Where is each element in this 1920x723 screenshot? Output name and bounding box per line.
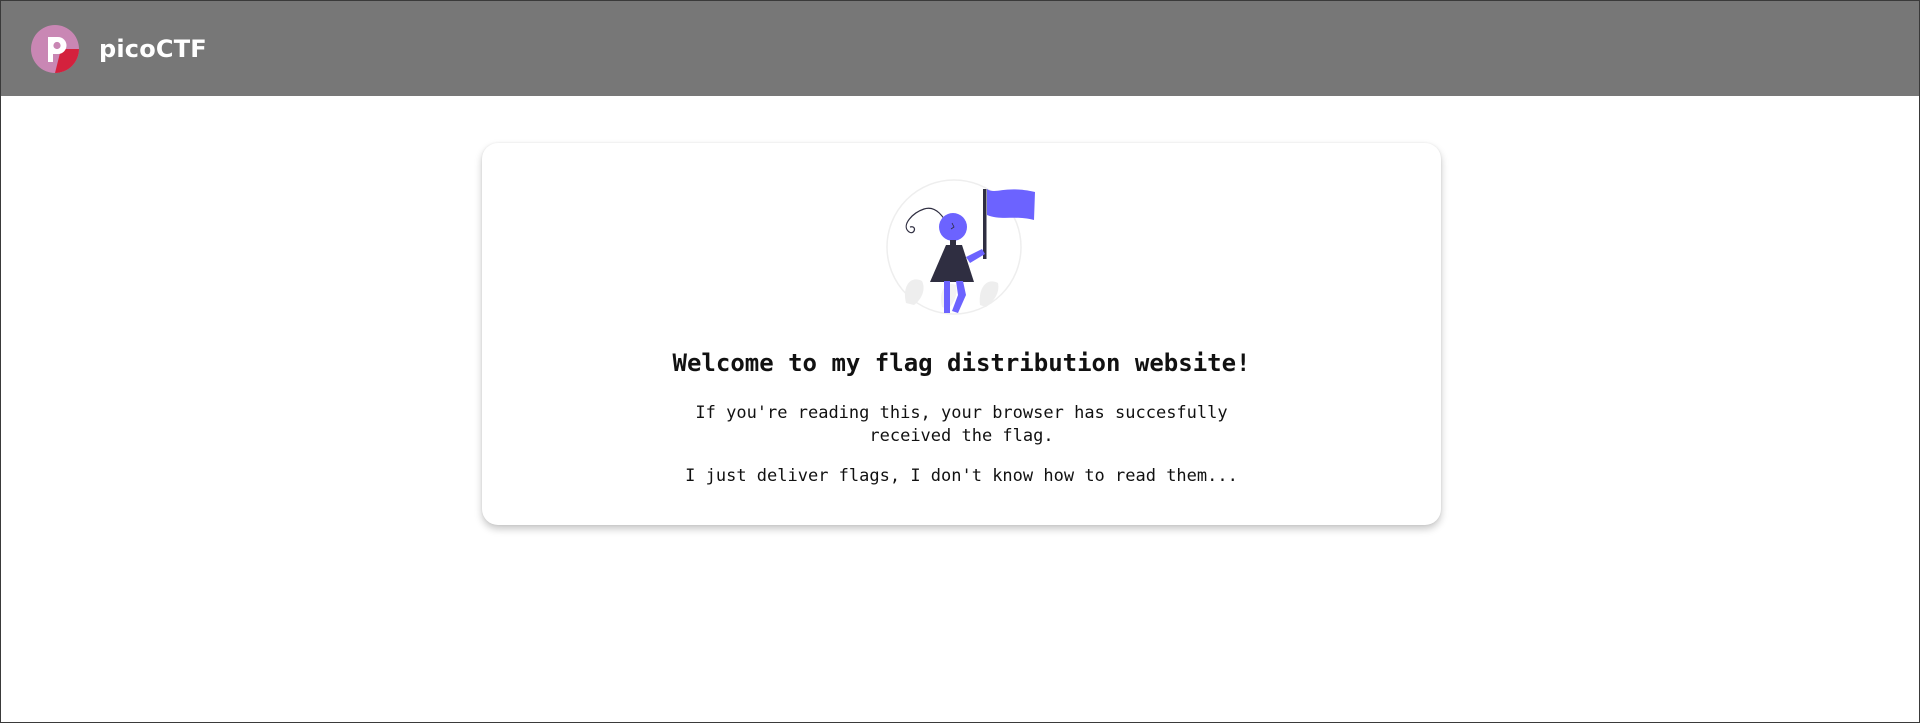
brand-name: picoCTF xyxy=(99,34,207,63)
message-line-1: If you're reading this, your browser has… xyxy=(695,403,1228,423)
brand-link[interactable]: picoCTF xyxy=(31,24,207,73)
welcome-card: Welcome to my flag distribution website!… xyxy=(482,143,1441,525)
navbar: picoCTF xyxy=(1,1,1919,96)
page-title: Welcome to my flag distribution website! xyxy=(672,349,1251,377)
picoctf-logo-icon xyxy=(31,24,79,73)
received-flag-message: If you're reading this, your browser has… xyxy=(682,402,1241,448)
message-line-2: received the flag. xyxy=(869,426,1054,446)
flag-bearer-illustration xyxy=(886,179,1035,315)
deliver-flags-message: I just deliver flags, I don't know how t… xyxy=(685,466,1238,486)
